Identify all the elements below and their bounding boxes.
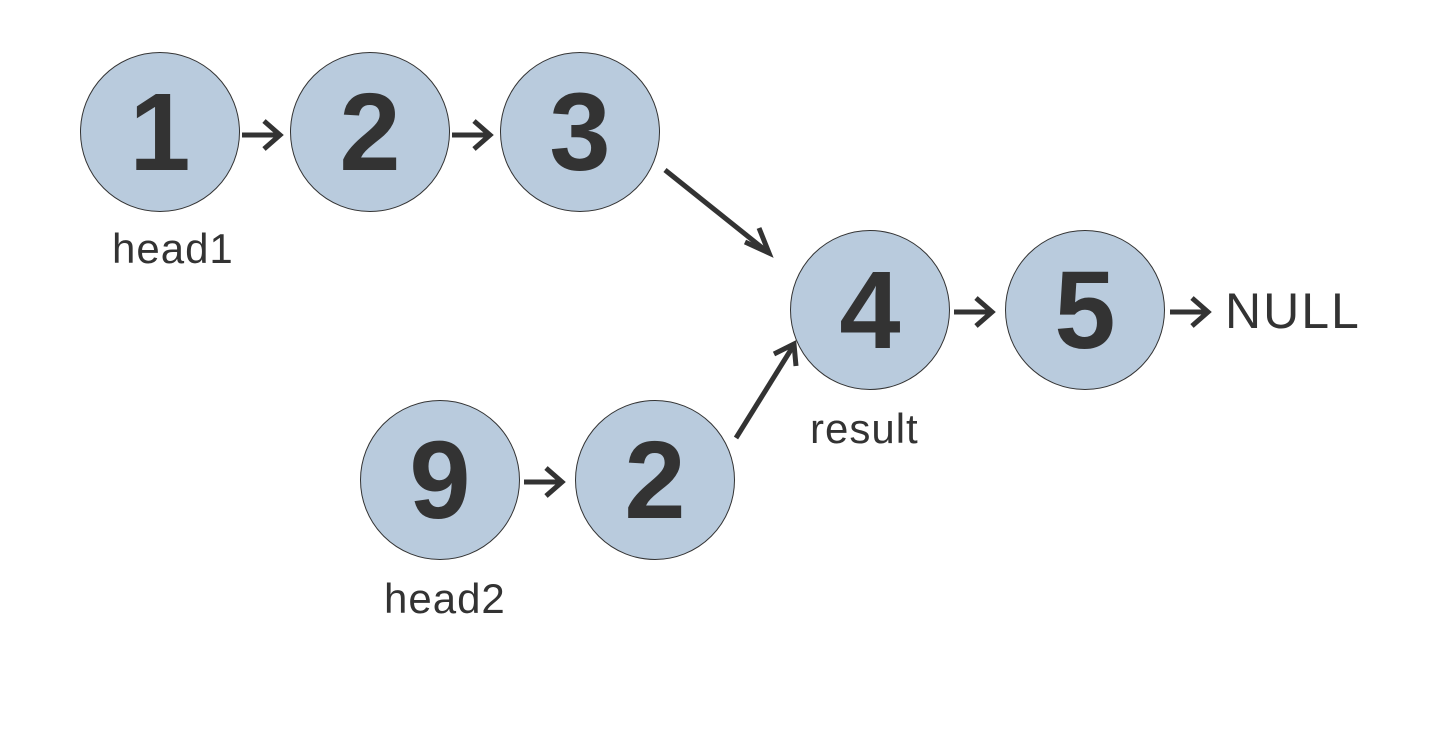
label-result: result (810, 405, 919, 453)
arrow-icon (240, 115, 290, 155)
node-value: 9 (409, 417, 470, 544)
node-merged-1: 5 (1005, 230, 1165, 390)
node-list2-0: 9 (360, 400, 520, 560)
node-value: 4 (839, 247, 900, 374)
label-head2: head2 (384, 575, 506, 623)
arrow-icon (952, 292, 1002, 332)
arrow-icon (728, 330, 818, 450)
label-head1: head1 (112, 225, 234, 273)
arrow-icon (522, 462, 572, 502)
node-value: 5 (1054, 247, 1115, 374)
node-value: 2 (339, 69, 400, 196)
node-value: 1 (129, 69, 190, 196)
arrow-icon (655, 160, 795, 280)
node-list1-0: 1 (80, 52, 240, 212)
node-list1-2: 3 (500, 52, 660, 212)
arrow-icon (1168, 292, 1218, 332)
node-list1-1: 2 (290, 52, 450, 212)
node-value: 2 (624, 417, 685, 544)
label-null: NULL (1225, 282, 1361, 340)
node-value: 3 (549, 69, 610, 196)
node-list2-1: 2 (575, 400, 735, 560)
arrow-icon (450, 115, 500, 155)
